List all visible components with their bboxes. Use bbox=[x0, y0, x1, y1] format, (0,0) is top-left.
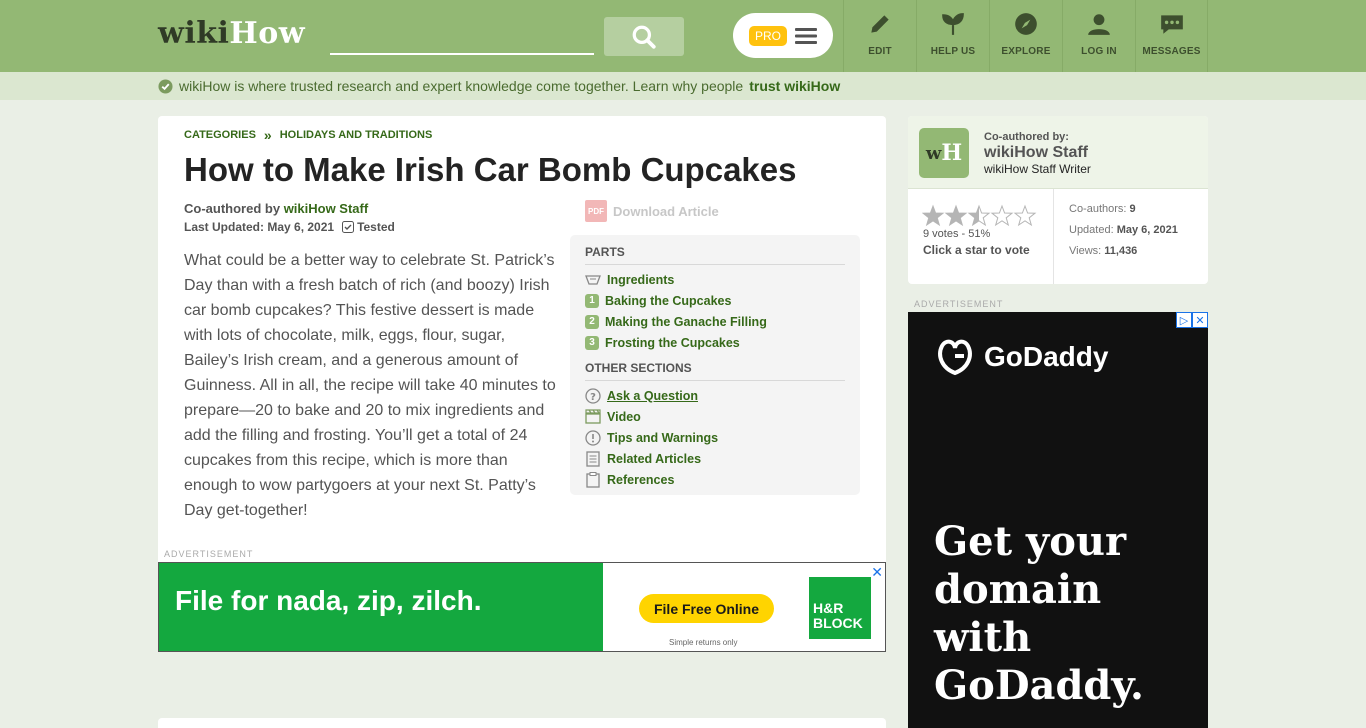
star-icon bbox=[945, 205, 967, 226]
trust-text: wikiHow is where trusted research and ex… bbox=[179, 78, 744, 94]
vote-count: 9 votes - 51% bbox=[923, 228, 991, 240]
author-name[interactable]: wikiHow Staff bbox=[984, 144, 1088, 162]
sprout-icon bbox=[942, 13, 964, 35]
site-header: wikiHow PRO EDIT HELP US EXPLORE LOG IN … bbox=[0, 0, 1366, 72]
pdf-icon: PDF bbox=[585, 200, 607, 222]
nav-messages[interactable]: MESSAGES bbox=[1135, 0, 1208, 72]
page-title: How to Make Irish Car Bomb Cupcakes bbox=[184, 151, 797, 188]
pro-badge: PRO bbox=[748, 25, 787, 46]
question-icon: ? bbox=[585, 387, 601, 404]
part-number-badge: 2 bbox=[585, 314, 599, 329]
coauthor-link[interactable]: wikiHow Staff bbox=[284, 201, 369, 216]
trust-bar: wikiHow is where trusted research and ex… bbox=[0, 72, 1366, 100]
article-icon bbox=[585, 450, 601, 467]
toc-other-heading: OTHER SECTIONS bbox=[585, 361, 845, 381]
toc-ingredients[interactable]: Ingredients bbox=[585, 269, 845, 290]
author-role: wikiHow Staff Writer bbox=[984, 162, 1091, 176]
ad-subtext: Simple returns only bbox=[669, 638, 738, 647]
compass-icon bbox=[1015, 13, 1037, 35]
click-to-vote: Click a star to vote bbox=[923, 243, 1030, 257]
tested-badge[interactable]: Tested bbox=[342, 220, 395, 234]
star-half-icon bbox=[968, 205, 990, 226]
toc-parts-heading: PARTS bbox=[585, 245, 845, 265]
toc-tips[interactable]: Tips and Warnings bbox=[585, 427, 845, 448]
ad-headline: File for nada, zip, zilch. bbox=[175, 585, 482, 616]
warning-icon bbox=[585, 429, 601, 446]
godaddy-headline: Get your domain with GoDaddy. bbox=[934, 518, 1144, 709]
chat-icon bbox=[1160, 15, 1183, 34]
toc-part-3[interactable]: 3 Frosting the Cupcakes bbox=[585, 332, 845, 353]
toc-references[interactable]: References bbox=[585, 469, 845, 490]
breadcrumb-categories[interactable]: CATEGORIES bbox=[184, 129, 256, 141]
nav-edit[interactable]: EDIT bbox=[843, 0, 916, 72]
wikihow-logo[interactable]: wikiHow bbox=[158, 16, 305, 51]
ad-close-icon[interactable]: ✕ bbox=[871, 564, 883, 581]
star-icon bbox=[922, 205, 944, 226]
star-rating[interactable] bbox=[922, 204, 1038, 228]
hrblock-ad[interactable]: File for nada, zip, zilch. File Free Onl… bbox=[158, 562, 886, 652]
pencil-icon bbox=[871, 15, 889, 33]
rating-stars[interactable] bbox=[922, 204, 1038, 228]
hamburger-icon bbox=[795, 27, 817, 44]
header-nav: EDIT HELP US EXPLORE LOG IN MESSAGES bbox=[843, 0, 1208, 72]
search-button[interactable] bbox=[604, 17, 684, 56]
download-article-button[interactable]: PDF Download Article bbox=[585, 200, 719, 222]
svg-text:?: ? bbox=[590, 392, 596, 403]
godaddy-mark-icon bbox=[938, 339, 972, 376]
pro-menu-button[interactable]: PRO bbox=[733, 13, 833, 58]
toc-related[interactable]: Related Articles bbox=[585, 448, 845, 469]
breadcrumb-separator: » bbox=[263, 127, 272, 143]
toc-part-2[interactable]: 2 Making the Ganache Filling bbox=[585, 311, 845, 332]
search-icon bbox=[632, 25, 656, 49]
star-empty-icon bbox=[991, 205, 1013, 226]
author-card: wH Co-authored by: wikiHow Staff wikiHow… bbox=[908, 116, 1208, 284]
coauthors-stat: Co-authors: 9 bbox=[1069, 203, 1136, 215]
toc-video[interactable]: Video bbox=[585, 406, 845, 427]
article-intro: What could be a better way to celebrate … bbox=[184, 252, 556, 519]
bowl-icon bbox=[585, 272, 601, 288]
nav-explore[interactable]: EXPLORE bbox=[989, 0, 1062, 72]
clapper-icon bbox=[585, 409, 601, 425]
hrblock-logo: H&R BLOCK bbox=[809, 577, 871, 639]
breadcrumb-holidays[interactable]: HOLIDAYS AND TRADITIONS bbox=[280, 129, 433, 141]
part-number-badge: 3 bbox=[585, 335, 599, 350]
next-section-card bbox=[158, 718, 886, 728]
views-stat: Views: 11,436 bbox=[1069, 245, 1138, 257]
advertisement-label: ADVERTISEMENT bbox=[164, 549, 254, 559]
ad-cta-button[interactable]: File Free Online bbox=[639, 594, 774, 623]
godaddy-ad[interactable]: ▷ ✕ GoDaddy Get your domain with GoDaddy… bbox=[908, 312, 1208, 728]
nav-log-in[interactable]: LOG IN bbox=[1062, 0, 1135, 72]
last-updated: Last Updated: May 6, 2021 bbox=[184, 220, 335, 234]
trust-link[interactable]: trust wikiHow bbox=[749, 78, 840, 94]
toc-ask-question[interactable]: ? Ask a Question bbox=[585, 385, 845, 406]
coauthor-line: Co-authored by wikiHow Staff bbox=[184, 201, 369, 216]
godaddy-logo: GoDaddy bbox=[934, 338, 1108, 376]
ad-close-icon[interactable]: ✕ bbox=[1192, 312, 1208, 328]
clipboard-icon bbox=[585, 471, 601, 488]
user-icon bbox=[1088, 14, 1110, 35]
article-card: CATEGORIES » HOLIDAYS AND TRADITIONS How… bbox=[158, 116, 886, 566]
advertisement-label: ADVERTISEMENT bbox=[914, 299, 1004, 309]
breadcrumb: CATEGORIES » HOLIDAYS AND TRADITIONS bbox=[184, 127, 432, 143]
updated-line: Last Updated: May 6, 2021 Tested bbox=[184, 220, 395, 234]
table-of-contents: PARTS Ingredients 1 Baking the Cupcakes … bbox=[570, 235, 860, 495]
toc-part-1[interactable]: 1 Baking the Cupcakes bbox=[585, 290, 845, 311]
check-badge-icon bbox=[158, 78, 173, 94]
star-empty-icon bbox=[1014, 205, 1036, 226]
checkbox-icon bbox=[342, 221, 355, 233]
wikihow-avatar: wH bbox=[919, 128, 969, 178]
search-input[interactable] bbox=[330, 53, 594, 55]
part-number-badge: 1 bbox=[585, 293, 599, 308]
updated-stat: Updated: May 6, 2021 bbox=[1069, 224, 1178, 236]
nav-help-us[interactable]: HELP US bbox=[916, 0, 989, 72]
adchoices-icon[interactable]: ▷ bbox=[1176, 312, 1192, 328]
